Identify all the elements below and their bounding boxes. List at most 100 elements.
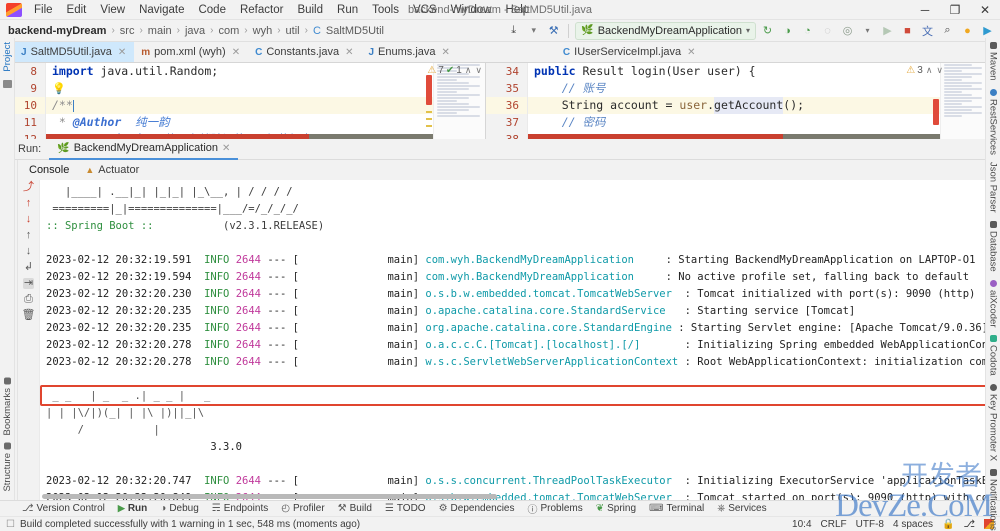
run-dashboard-icon[interactable]: ◎ xyxy=(839,22,856,39)
status-tab-todo[interactable]: ☰ TODO xyxy=(379,503,432,514)
caret-position-widget[interactable]: 10:4 xyxy=(792,519,811,530)
next-occurrence-icon[interactable]: ↓ xyxy=(26,246,32,257)
breadcrumb-util[interactable]: util xyxy=(284,25,302,37)
close-icon[interactable]: ✕ xyxy=(345,47,353,58)
menu-edit[interactable]: Edit xyxy=(60,2,94,18)
lock-icon[interactable]: 🔒 xyxy=(942,519,954,530)
sidebar-item-database[interactable]: Database xyxy=(988,217,999,276)
chevron-up-icon[interactable]: ∧ xyxy=(925,65,934,76)
breadcrumb-com[interactable]: com xyxy=(217,25,242,37)
tab-saltmd5util[interactable]: J SaltMD5Util.java ✕ xyxy=(14,42,135,62)
error-stripe-marker[interactable] xyxy=(933,99,939,125)
translate-icon[interactable]: 文 xyxy=(919,22,936,39)
sidebar-item-notifications[interactable]: Notifications xyxy=(988,465,999,531)
menu-file[interactable]: File xyxy=(27,2,60,18)
sidebar-item-structure[interactable]: Structure xyxy=(2,439,13,496)
close-icon[interactable]: ✕ xyxy=(222,143,230,154)
editor-iuserserviceimpl[interactable]: 34 35 36 37 38 public Result login(User … xyxy=(486,63,1000,139)
status-tab-profiler[interactable]: ◴ Profiler xyxy=(275,503,330,514)
code-area-left[interactable]: import java.util.Random; 💡 /** * @Author… xyxy=(46,63,485,139)
intention-bulb-icon[interactable]: 💡 xyxy=(52,80,66,97)
chevron-down-icon[interactable]: ∨ xyxy=(474,65,483,76)
scrollbar-thumb[interactable] xyxy=(42,494,497,499)
tab-constants[interactable]: C Constants.java ✕ xyxy=(248,42,361,62)
tab-enums[interactable]: J Enums.java ✕ xyxy=(361,42,457,62)
tab-pom-xml[interactable]: m pom.xml (wyh) ✕ xyxy=(134,42,248,62)
close-icon[interactable]: ✕ xyxy=(232,47,240,58)
warning-stripe-marker[interactable] xyxy=(426,118,432,120)
breadcrumb-wyh[interactable]: wyh xyxy=(251,25,275,37)
warning-stripe-marker[interactable] xyxy=(426,111,432,113)
menu-vcs[interactable]: VCS xyxy=(406,2,444,18)
run-icon[interactable]: ▶ xyxy=(879,22,896,39)
inspection-widget-left[interactable]: ⚠ 7 ✔ 1 ∧ ∨ xyxy=(427,65,483,76)
breadcrumb-src[interactable]: src xyxy=(118,25,137,37)
sidebar-item-maven[interactable]: Maven xyxy=(988,38,999,85)
chevron-down-icon[interactable]: ∨ xyxy=(935,65,944,76)
breadcrumb-project[interactable]: backend-myDream xyxy=(6,25,108,37)
stop-icon[interactable]: ■ xyxy=(899,22,916,39)
breadcrumb-java[interactable]: java xyxy=(183,25,207,37)
status-tab-terminal[interactable]: ⌨ Terminal xyxy=(643,503,710,514)
run-with-coverage-icon[interactable]: ◔ xyxy=(799,22,816,39)
print-icon[interactable]: ⎙ xyxy=(24,294,33,305)
indent-widget[interactable]: 4 spaces xyxy=(893,519,933,530)
menu-help[interactable]: Help xyxy=(499,2,537,18)
maximize-button[interactable]: ❐ xyxy=(940,0,970,20)
status-tab-services[interactable]: ⎈ Services xyxy=(711,503,772,514)
status-tab-build[interactable]: ⚒ Build xyxy=(332,503,378,514)
wrap-text-icon[interactable]: ↲ xyxy=(24,262,33,273)
branch-icon[interactable]: ⎇ xyxy=(963,519,975,530)
menu-build[interactable]: Build xyxy=(290,2,330,18)
status-tab-run[interactable]: ▶ Run xyxy=(112,503,153,514)
menu-navigate[interactable]: Navigate xyxy=(132,2,191,18)
run-dashboard-caret-icon[interactable]: ▾ xyxy=(859,22,876,39)
close-icon[interactable]: ✕ xyxy=(442,47,450,58)
soft-wrap-icon[interactable]: ⤴ xyxy=(23,182,34,193)
status-tab-problems[interactable]: ⓘ Problems xyxy=(521,501,588,516)
close-icon[interactable]: ✕ xyxy=(687,47,695,58)
notification-icon[interactable]: ● xyxy=(959,22,976,39)
status-tab-endpoints[interactable]: ☴ Endpoints xyxy=(206,503,274,514)
clear-all-icon[interactable]: 🗑 xyxy=(22,310,36,321)
menu-code[interactable]: Code xyxy=(191,2,233,18)
prev-occurrence-icon[interactable]: ↑ xyxy=(26,230,32,241)
close-icon[interactable]: ✕ xyxy=(118,47,126,58)
inspection-widget-right[interactable]: ⚠ 3 ∧ ∨ xyxy=(906,65,944,76)
minimize-button[interactable]: ─ xyxy=(910,0,940,20)
sidebar-item-codota[interactable]: Codota xyxy=(988,331,999,380)
tab-actuator[interactable]: ▲ Actuator xyxy=(78,163,146,177)
warning-stripe-marker[interactable] xyxy=(426,125,432,127)
scroll-down-icon[interactable]: ↓ xyxy=(26,214,32,225)
sidebar-item-key-promoter-x[interactable]: Key Promoter X xyxy=(988,380,999,465)
menu-tools[interactable]: Tools xyxy=(365,2,406,18)
menu-run[interactable]: Run xyxy=(330,2,365,18)
status-tab-version-control[interactable]: ⎇ Version Control xyxy=(16,503,111,514)
run-tab-backendmydreamapplication[interactable]: 🌿 BackendMyDreamApplication ✕ xyxy=(49,139,239,160)
sidebar-item-json-parser[interactable]: Json Parser xyxy=(988,158,999,217)
breadcrumb-main[interactable]: main xyxy=(146,25,174,37)
line-separator-widget[interactable]: CRLF xyxy=(821,519,847,530)
sidebar-item-aixcoder[interactable]: aiXcoder xyxy=(988,276,999,332)
status-tab-spring[interactable]: ❦ Spring xyxy=(590,503,642,514)
console-output[interactable]: |____| .__|_| |_|_| |_\__, | / / / / ===… xyxy=(40,180,1000,500)
tab-console[interactable]: Console xyxy=(22,163,76,177)
encoding-widget[interactable]: UTF-8 xyxy=(856,519,884,530)
editor-saltmd5util[interactable]: 8 9 10 11 12 import java.util.Random; 💡 … xyxy=(0,63,486,139)
tab-iuserserviceimpl[interactable]: C IUserServiceImpl.java ✕ xyxy=(556,42,704,62)
menu-refactor[interactable]: Refactor xyxy=(233,2,290,18)
status-tab-dependencies[interactable]: ⚙ Dependencies xyxy=(433,503,521,514)
console-horizontal-scrollbar[interactable] xyxy=(40,493,1000,500)
status-tab-debug[interactable]: ◑ Debug xyxy=(154,503,205,514)
editor-minimap-right[interactable] xyxy=(940,63,986,139)
error-stripe-marker[interactable] xyxy=(426,75,432,105)
profiler-icon[interactable]: ◌ xyxy=(819,22,836,39)
vcs-update-icon[interactable]: ⤓ xyxy=(505,22,522,39)
ide-assistant-icon[interactable]: ▶ xyxy=(979,22,996,39)
menu-window[interactable]: Window xyxy=(444,2,499,18)
debug-icon[interactable]: ◑ xyxy=(779,22,796,39)
sidebar-item-bookmarks[interactable]: Bookmarks xyxy=(2,374,13,440)
run-configuration-selector[interactable]: 🌿 BackendMyDreamApplication ▾ xyxy=(575,21,756,40)
sidebar-item-project[interactable]: Project xyxy=(2,38,13,76)
editor-gutter-right[interactable]: 34 35 36 37 38 xyxy=(486,63,528,139)
